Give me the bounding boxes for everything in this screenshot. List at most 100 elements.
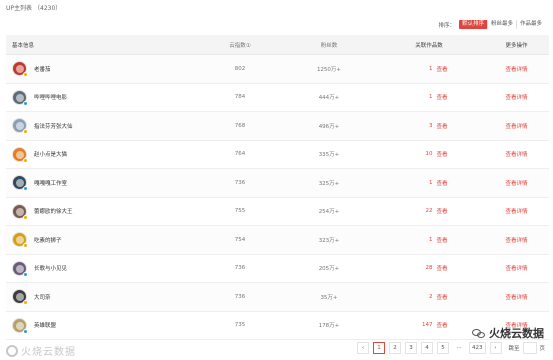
cell-basic-info: 指法芬芳张大仙: [6, 118, 196, 135]
table-body: 老番茄 802 1250万+ 1 查看 查看详情 哔哩哔哩电影 784 444万…: [6, 55, 549, 340]
view-link[interactable]: 查看: [436, 93, 447, 101]
table-row: 蕾娜欧的徐大王 755 254万+ 22 查看 查看详情: [6, 198, 549, 226]
view-detail-link[interactable]: 查看详情: [505, 67, 527, 73]
avatar[interactable]: [12, 89, 28, 106]
page-button-last[interactable]: 423: [469, 342, 486, 354]
cell-fans: 35万+: [320, 294, 338, 301]
sort-bar: 排序： 默认排序 粉丝最多 作品最多: [438, 20, 545, 29]
works-count: 28: [425, 265, 433, 272]
view-link[interactable]: 查看: [436, 122, 447, 130]
verified-badge-icon: [23, 157, 28, 163]
prev-page-button[interactable]: ‹: [357, 342, 369, 354]
next-page-button[interactable]: ›: [489, 342, 502, 354]
cell-more: 查看详情: [484, 93, 549, 101]
header-name: 基本信息: [12, 42, 35, 49]
cell-basic-info: 赵小点是大猫: [6, 146, 196, 163]
view-link[interactable]: 查看: [436, 293, 447, 301]
cell-fans: 335万+: [318, 152, 340, 159]
avatar[interactable]: [12, 146, 28, 163]
avatar[interactable]: [12, 61, 28, 78]
cell-fans: 325万+: [318, 180, 340, 187]
up-name[interactable]: 蕾娜欧的徐大王: [34, 207, 73, 215]
view-detail-link[interactable]: 查看详情: [505, 238, 527, 244]
view-link[interactable]: 查看: [436, 150, 447, 158]
up-name[interactable]: 长歌与小见见: [34, 264, 67, 272]
view-detail-link[interactable]: 查看详情: [505, 209, 527, 215]
avatar[interactable]: [12, 232, 28, 249]
up-name[interactable]: 吃素的狮子: [34, 236, 62, 244]
watermark-left: 火烧云数据: [6, 343, 76, 358]
view-link[interactable]: 查看: [436, 65, 447, 73]
sort-option-default[interactable]: 默认排序: [458, 20, 488, 29]
jump-suffix: 页: [539, 346, 546, 352]
view-detail-link[interactable]: 查看详情: [505, 152, 527, 158]
page-button-5[interactable]: 5: [437, 342, 449, 354]
cell-fans: 1250万+: [316, 66, 342, 73]
watermark-right-text: 火烧云数据: [489, 327, 544, 340]
up-name[interactable]: 赵小点是大猫: [34, 150, 67, 158]
header-index[interactable]: 云指数①: [196, 41, 284, 49]
page-button-3[interactable]: 3: [405, 342, 417, 354]
cell-basic-info: 蕾娜欧的徐大王: [6, 203, 196, 220]
cell-fans: 254万+: [318, 209, 340, 216]
page-button-4[interactable]: 4: [421, 342, 433, 354]
cell-works: 1 查看: [374, 93, 484, 101]
cell-more: 查看详情: [484, 150, 549, 158]
cell-works: 28 查看: [374, 264, 484, 272]
verified-badge-icon: [23, 214, 28, 220]
avatar[interactable]: [12, 289, 28, 306]
avatar-face-icon: [16, 264, 24, 273]
cell-more: 查看详情: [484, 179, 549, 187]
avatar[interactable]: [12, 203, 28, 220]
sort-option-fans[interactable]: 粉丝最多: [488, 20, 517, 29]
cell-more: 查看详情: [484, 122, 549, 130]
watermark-logo-icon: [6, 344, 18, 357]
verified-badge-icon: [23, 328, 28, 334]
table-row: 哔哩哔哩电影 784 444万+ 1 查看 查看详情: [6, 84, 549, 112]
cell-basic-info: 嘎嘎嘎工作室: [6, 175, 196, 192]
works-count: 1: [428, 65, 433, 72]
sort-option-works[interactable]: 作品最多: [517, 20, 545, 29]
view-detail-link[interactable]: 查看详情: [505, 266, 527, 272]
cell-fans: 323万+: [318, 237, 340, 244]
avatar[interactable]: [12, 260, 28, 277]
cell-works: 10 查看: [374, 150, 484, 158]
up-name[interactable]: 大司奈: [34, 293, 51, 301]
up-table: 基本信息 云指数① 粉丝数 关联作品数 更多操作 老番茄 802 1250万+ …: [6, 35, 549, 340]
view-detail-link[interactable]: 查看详情: [505, 124, 527, 130]
cell-works: 1 查看: [374, 236, 484, 244]
up-name[interactable]: 英雄联盟: [34, 321, 56, 329]
view-detail-link[interactable]: 查看详情: [505, 95, 527, 101]
avatar[interactable]: [12, 118, 28, 135]
view-link[interactable]: 查看: [436, 236, 447, 244]
view-link[interactable]: 查看: [436, 321, 447, 329]
table-row: 赵小点是大猫 764 335万+ 10 查看 查看详情: [6, 141, 549, 169]
avatar[interactable]: [12, 175, 28, 192]
cell-basic-info: 英雄联盟: [6, 317, 196, 334]
view-link[interactable]: 查看: [436, 207, 447, 215]
page-button-1[interactable]: 1: [373, 342, 385, 354]
view-detail-link[interactable]: 查看详情: [505, 181, 527, 187]
page-button-2[interactable]: 2: [389, 342, 401, 354]
up-name[interactable]: 指法芬芳张大仙: [34, 122, 73, 130]
table-row: 大司奈 736 35万+ 2 查看 查看详情: [6, 283, 549, 312]
up-name[interactable]: 嘎嘎嘎工作室: [34, 179, 67, 187]
panel-title: UP主列表 （4230）: [6, 3, 61, 12]
page-ellipsis: ···: [453, 342, 465, 354]
table-header: 基本信息 云指数① 粉丝数 关联作品数 更多操作: [6, 35, 549, 55]
cell-works: 147 查看: [374, 321, 484, 329]
avatar[interactable]: [12, 317, 28, 334]
view-detail-link[interactable]: 查看详情: [505, 295, 527, 301]
view-link[interactable]: 查看: [436, 179, 447, 187]
watermark-right: 火烧云数据: [472, 325, 544, 341]
cell-more: 查看详情: [484, 207, 549, 215]
works-count: 3: [428, 122, 433, 129]
avatar-face-icon: [16, 321, 24, 330]
cell-basic-info: 老番茄: [6, 61, 196, 78]
view-link[interactable]: 查看: [436, 264, 447, 272]
cell-works: 2 查看: [374, 293, 484, 301]
up-name[interactable]: 哔哩哔哩电影: [34, 93, 67, 101]
jump-page-input[interactable]: [522, 342, 537, 354]
verified-badge-icon: [23, 243, 28, 249]
up-name[interactable]: 老番茄: [34, 65, 51, 73]
